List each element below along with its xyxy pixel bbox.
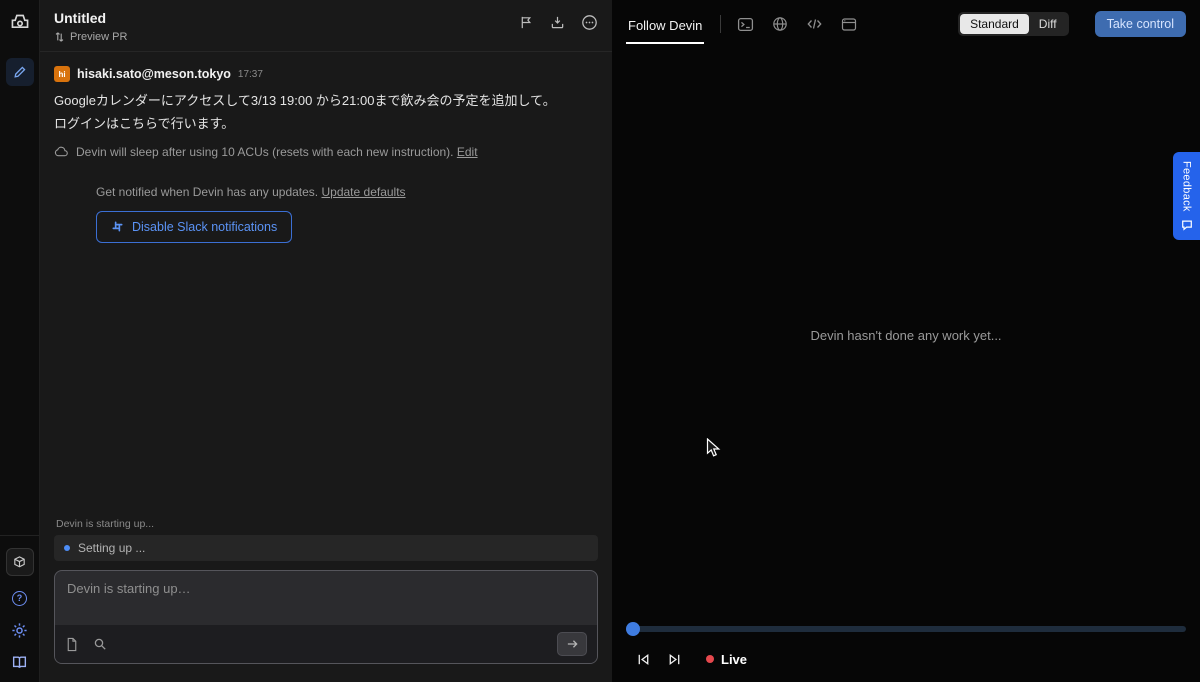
globe-icon[interactable] <box>772 16 788 32</box>
app-window: Untitled Preview PR <box>0 0 1200 682</box>
machine-icon <box>12 555 27 570</box>
cloud-icon <box>54 145 69 158</box>
workspace-view-icons <box>737 16 857 32</box>
sidebar-rail <box>0 0 40 682</box>
notify-text: Get notified when Devin has any updates. <box>96 184 319 199</box>
tab-follow-devin[interactable]: Follow Devin <box>626 5 705 44</box>
toggle-standard[interactable]: Standard <box>960 14 1029 34</box>
chat-messages: hi hisaki.sato@meson.tokyo 17:37 Googleカ… <box>40 52 612 518</box>
machine-button[interactable] <box>5 548 34 576</box>
cursor-pointer <box>706 438 721 458</box>
docs-book-icon <box>11 654 28 671</box>
disable-slack-label: Disable Slack notifications <box>132 219 278 234</box>
message-sender: hisaki.sato@meson.tokyo <box>77 67 231 81</box>
message-header: hi hisaki.sato@meson.tokyo 17:37 <box>54 66 598 82</box>
docs-button[interactable] <box>10 652 30 672</box>
empty-state-text: Devin hasn't done any work yet... <box>810 327 1002 343</box>
take-control-button[interactable]: Take control <box>1094 11 1186 37</box>
terminal-icon[interactable] <box>737 17 754 32</box>
message-composer <box>54 570 598 664</box>
search-icon[interactable] <box>93 637 107 651</box>
slack-icon <box>111 220 124 233</box>
flag-icon[interactable] <box>519 15 534 30</box>
workspace-panel: Follow Devin Standard Diff Take control … <box>612 0 1200 682</box>
live-label: Live <box>721 651 748 667</box>
send-button[interactable] <box>557 632 587 656</box>
new-session-button[interactable] <box>5 58 34 86</box>
timeline-track[interactable] <box>626 626 1186 632</box>
startup-status-text: Devin is starting up... <box>56 518 155 530</box>
status-dot <box>64 545 70 551</box>
message-time: 17:37 <box>237 68 263 80</box>
setting-up-banner[interactable]: Setting up ... <box>54 535 598 561</box>
rail-bottom-group <box>0 535 39 672</box>
code-icon[interactable] <box>806 17 823 31</box>
feedback-bubble-icon <box>1181 219 1193 231</box>
pr-arrows-icon <box>54 31 65 43</box>
topbar-divider <box>720 15 722 33</box>
feedback-tab[interactable]: Feedback <box>1173 152 1200 240</box>
help-button[interactable] <box>10 588 30 608</box>
header-actions <box>519 10 598 31</box>
acu-note-row: Devin will sleep after using 10 ACUs (re… <box>54 145 598 159</box>
save-archive-icon[interactable] <box>550 15 565 30</box>
settings-gear-icon <box>11 622 28 639</box>
composer-toolbar <box>55 625 597 663</box>
chat-header: Untitled Preview PR <box>40 0 612 52</box>
user-avatar: hi <box>54 66 70 82</box>
acu-edit-link[interactable]: Edit <box>457 145 478 159</box>
view-mode-toggle: Standard Diff <box>958 12 1069 36</box>
skip-forward-icon[interactable] <box>667 652 682 667</box>
disable-slack-button[interactable]: Disable Slack notifications <box>96 210 293 243</box>
chat-bottom: Devin is starting up... Setting up ... <box>40 518 612 682</box>
notifications-block: Get notified when Devin has any updates.… <box>96 185 598 243</box>
chat-panel: Untitled Preview PR hi hisaki.sato@meson… <box>40 0 612 682</box>
send-arrow-icon <box>566 638 579 650</box>
playback-controls: Live <box>612 636 1200 682</box>
feedback-label: Feedback <box>1180 160 1193 212</box>
live-dot <box>706 655 714 663</box>
live-button[interactable]: Live <box>706 652 747 667</box>
browser-icon[interactable] <box>841 17 857 32</box>
message-line-1: Googleカレンダーにアクセスして3/13 19:00 から21:00まで飲み… <box>54 93 556 108</box>
acu-note-text: Devin will sleep after using 10 ACUs (re… <box>76 144 454 159</box>
workspace-viewport: Devin hasn't done any work yet... <box>612 48 1200 622</box>
pencil-icon <box>13 65 27 79</box>
settings-button[interactable] <box>10 620 30 640</box>
timeline-playhead[interactable] <box>626 622 640 636</box>
toggle-diff[interactable]: Diff <box>1029 14 1067 34</box>
preview-pr-button[interactable]: Preview PR <box>54 31 127 43</box>
message-body: Googleカレンダーにアクセスして3/13 19:00 から21:00まで飲み… <box>54 90 598 136</box>
message-input[interactable] <box>55 571 597 625</box>
workspace-topbar: Follow Devin Standard Diff Take control <box>612 0 1200 48</box>
update-defaults-link[interactable]: Update defaults <box>321 185 405 199</box>
devin-logo-icon[interactable] <box>7 8 33 34</box>
help-icon <box>12 590 27 606</box>
preview-pr-label: Preview PR <box>70 31 128 43</box>
setting-up-label: Setting up ... <box>78 541 146 555</box>
session-title: Untitled <box>54 10 107 26</box>
attach-file-icon[interactable] <box>65 637 79 652</box>
skip-back-icon[interactable] <box>636 652 651 667</box>
more-options-icon[interactable] <box>581 14 598 31</box>
session-timeline <box>626 622 1186 636</box>
message-line-2: ログインはこちらで行います。 <box>54 115 235 131</box>
